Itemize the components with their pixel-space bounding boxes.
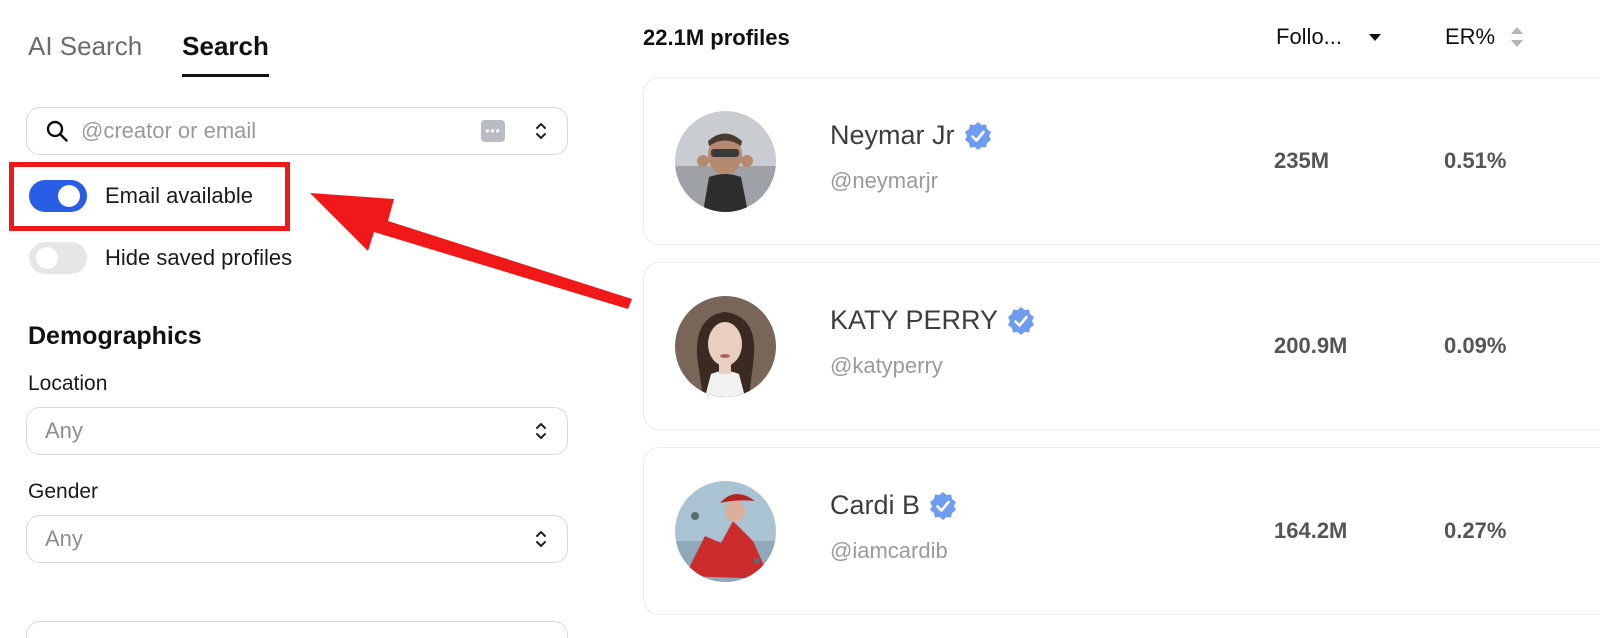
location-label: Location — [28, 372, 108, 395]
verified-badge-icon — [1008, 306, 1035, 335]
search-field[interactable]: ••• — [26, 107, 568, 155]
demographics-heading: Demographics — [28, 322, 202, 350]
followers-count: 200.9M — [1274, 333, 1348, 358]
engagement-rate: 0.51% — [1444, 148, 1507, 173]
sort-er-button[interactable]: ER% — [1445, 24, 1525, 50]
profile-handle: @katyperry — [830, 353, 943, 378]
tab-ai-search[interactable]: AI Search — [28, 28, 142, 77]
name-row: Neymar Jr — [830, 120, 993, 151]
avatar — [675, 111, 776, 212]
gender-value: Any — [45, 526, 83, 551]
avatar — [675, 296, 776, 397]
sort-followers-label: Follo... — [1276, 24, 1343, 49]
profile-card[interactable]: Neymar Jr @neymarjr 235M 0.51% — [643, 77, 1600, 245]
chevron-updown-icon[interactable] — [533, 120, 549, 142]
caret-down-icon — [1369, 34, 1382, 41]
hide-saved-label: Hide saved profiles — [105, 245, 293, 270]
location-select[interactable]: Any — [26, 407, 568, 455]
search-icon — [46, 120, 68, 142]
avatar — [675, 481, 776, 582]
profile-name: Cardi B — [830, 490, 921, 520]
hide-saved-row: Hide saved profiles — [29, 242, 292, 274]
profile-card[interactable]: Cardi B @iamcardib 164.2M 0.27% — [643, 447, 1600, 615]
gender-select[interactable]: Any — [26, 515, 568, 563]
verified-badge-icon — [930, 491, 957, 520]
search-input[interactable] — [81, 118, 481, 144]
sort-icon — [1511, 27, 1524, 47]
profile-name: KATY PERRY — [830, 305, 999, 335]
next-filter-select[interactable] — [26, 621, 568, 638]
sort-er-label: ER% — [1445, 24, 1496, 49]
location-value: Any — [45, 418, 83, 443]
chevron-updown-icon — [536, 531, 546, 547]
keyboard-icon[interactable]: ••• — [481, 120, 505, 142]
results-count: 22.1M profiles — [643, 25, 790, 50]
search-tabs: AI Search Search — [28, 28, 269, 77]
name-row: KATY PERRY — [830, 305, 1036, 336]
tab-search[interactable]: Search — [182, 28, 269, 77]
chevron-updown-icon — [536, 423, 546, 439]
profile-handle: @iamcardib — [830, 538, 948, 563]
profile-card[interactable]: KATY PERRY @katyperry 200.9M 0.09% — [643, 262, 1600, 430]
engagement-rate: 0.27% — [1444, 518, 1507, 543]
followers-count: 235M — [1274, 148, 1330, 173]
verified-badge-icon — [964, 121, 991, 150]
followers-count: 164.2M — [1274, 518, 1348, 543]
name-row: Cardi B — [830, 490, 958, 521]
engagement-rate: 0.09% — [1444, 333, 1507, 358]
profile-handle: @neymarjr — [830, 168, 938, 193]
sort-followers-button[interactable]: Follo... — [1276, 24, 1382, 50]
profile-name: Neymar Jr — [830, 120, 955, 150]
highlight-box — [9, 162, 290, 231]
gender-label: Gender — [28, 480, 99, 503]
hide-saved-toggle[interactable] — [29, 242, 87, 274]
